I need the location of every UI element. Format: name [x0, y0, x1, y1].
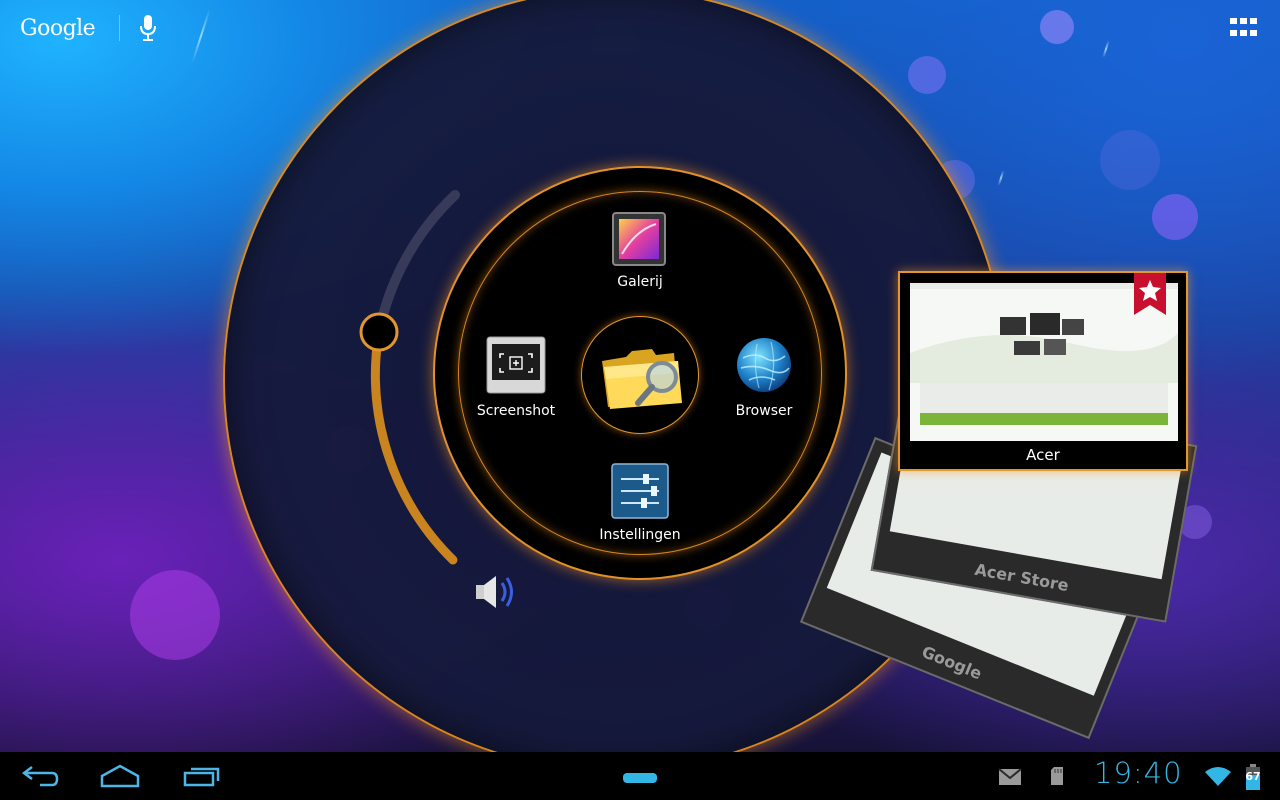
- gmail-icon: [998, 768, 1022, 785]
- screenshot-app-label[interactable]: Screenshot: [446, 403, 586, 419]
- browser-app-button[interactable]: [735, 336, 793, 394]
- volume-knob: [359, 312, 399, 352]
- wifi-icon: [1205, 767, 1231, 786]
- battery-percent: 67: [1245, 770, 1261, 783]
- file-manager-button[interactable]: [581, 316, 699, 434]
- bookmark-star-icon[interactable]: [1134, 273, 1166, 315]
- home-icon: [100, 764, 140, 788]
- folder-search-icon: [602, 349, 682, 409]
- browser-app-label[interactable]: Browser: [694, 403, 834, 419]
- gallery-app-label[interactable]: Galerij: [570, 274, 710, 290]
- home-button[interactable]: [100, 764, 140, 788]
- sd-card-notification[interactable]: [1050, 766, 1064, 786]
- globe-icon: [737, 338, 791, 392]
- screenshot-app-button[interactable]: [486, 336, 546, 394]
- menu-handle-icon: [623, 773, 657, 783]
- gallery-icon: [612, 212, 666, 266]
- back-button[interactable]: [21, 763, 60, 789]
- recent-app-label: Acer: [1026, 446, 1060, 464]
- sd-card-icon: [1051, 767, 1063, 785]
- gmail-notification[interactable]: [998, 768, 1022, 786]
- volume-button[interactable]: [474, 573, 520, 611]
- speaker-icon: [476, 576, 513, 608]
- recent-app-card-acer[interactable]: Acer: [898, 271, 1188, 471]
- screenshot-icon: [486, 336, 546, 394]
- settings-app-button[interactable]: [611, 463, 669, 519]
- recent-apps-button[interactable]: [183, 765, 221, 787]
- clock[interactable]: 19:40: [1094, 756, 1183, 790]
- settings-sliders-icon: [611, 463, 669, 519]
- settings-app-label[interactable]: Instellingen: [570, 527, 710, 543]
- wifi-status[interactable]: [1204, 765, 1232, 787]
- menu-handle-button[interactable]: [622, 769, 658, 783]
- recent-apps-icon: [183, 767, 220, 787]
- back-icon: [21, 766, 59, 787]
- gallery-app-button[interactable]: [612, 212, 666, 266]
